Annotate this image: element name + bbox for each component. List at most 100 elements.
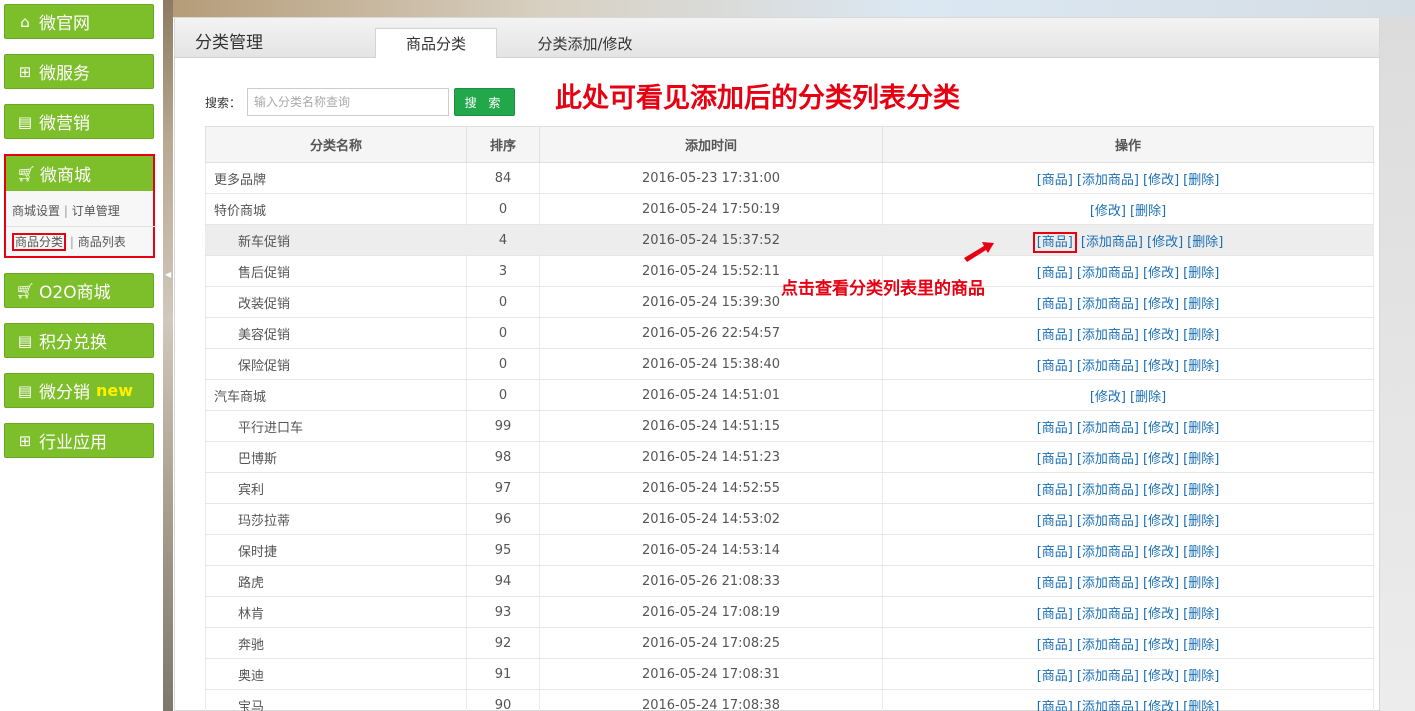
products-link[interactable]: [商品] [1037,607,1073,622]
add-product-link[interactable]: [添加商品] [1077,669,1139,684]
delete-link[interactable]: [删除] [1183,359,1219,374]
edit-link[interactable]: [修改] [1143,514,1179,529]
add-product-link[interactable]: [添加商品] [1077,700,1139,711]
product-category-link[interactable]: 商品分类 [12,233,67,251]
add-product-link[interactable]: [添加商品] [1077,173,1139,188]
products-link[interactable]: [商品] [1037,452,1073,467]
delete-link[interactable]: [删除] [1183,576,1219,591]
edit-link[interactable]: [修改] [1143,545,1179,560]
edit-link[interactable]: [修改] [1143,576,1179,591]
delete-link[interactable]: [删除] [1183,700,1219,711]
add-product-link[interactable]: [添加商品] [1077,421,1139,436]
add-product-link[interactable]: [添加商品] [1077,452,1139,467]
delete-link[interactable]: [删除] [1183,328,1219,343]
products-link[interactable]: [商品] [1037,638,1073,653]
tab-product-category[interactable]: 商品分类 [375,28,497,58]
delete-link[interactable]: [删除] [1183,266,1219,281]
add-product-link[interactable]: [添加商品] [1077,514,1139,529]
search-label: 搜索： [205,96,242,110]
edit-link[interactable]: [修改] [1143,421,1179,436]
edit-link[interactable]: [修改] [1143,173,1179,188]
products-link[interactable]: [商品] [1037,173,1073,188]
shop-settings-link[interactable]: 商城设置 [12,204,60,218]
nav-industry-apps[interactable]: ⊞ 行业应用 [4,423,154,458]
nav-o2o[interactable]: 🛒︎ O2O商城 [4,273,154,308]
add-product-link[interactable]: [添加商品] [1077,576,1139,591]
edit-link[interactable]: [修改] [1143,607,1179,622]
add-product-link[interactable]: [添加商品] [1081,235,1143,250]
order-manage-link[interactable]: 订单管理 [72,204,120,218]
delete-link[interactable]: [删除] [1130,390,1166,405]
edit-link[interactable]: [修改] [1143,700,1179,711]
delete-link[interactable]: [删除] [1183,483,1219,498]
products-link[interactable]: [商品] [1037,545,1073,560]
cell-sort: 94 [466,565,540,597]
products-link[interactable]: [商品] [1037,576,1073,591]
cell-category-name: 美容促销 [205,317,467,349]
scrollbar-area[interactable] [1380,17,1415,711]
edit-link[interactable]: [修改] [1143,328,1179,343]
edit-link[interactable]: [修改] [1143,266,1179,281]
products-link[interactable]: [商品] [1037,421,1073,436]
add-product-link[interactable]: [添加商品] [1077,638,1139,653]
edit-link[interactable]: [修改] [1143,483,1179,498]
nav-weifuwu[interactable]: ⊞ 微服务 [4,54,154,89]
edit-link[interactable]: [修改] [1090,204,1126,219]
delete-link[interactable]: [删除] [1183,638,1219,653]
products-link[interactable]: [商品] [1037,297,1073,312]
collapse-arrow-icon[interactable]: ◀ [165,270,171,279]
table-row: 平行进口车 99 2016-05-24 14:51:15 [商品] [添加商品] [修改]… [205,410,1374,442]
edit-link[interactable]: [修改] [1143,297,1179,312]
edit-link[interactable]: [修改] [1143,638,1179,653]
edit-link[interactable]: [修改] [1143,669,1179,684]
products-link[interactable]: [商品] [1037,669,1073,684]
search-input[interactable] [247,88,449,116]
delete-link[interactable]: [删除] [1183,173,1219,188]
nav-label: 微分销 [39,383,90,403]
cell-sort: 97 [466,472,540,504]
delete-link[interactable]: [删除] [1183,514,1219,529]
grid-icon: ⊞ [18,431,32,450]
edit-link[interactable]: [修改] [1090,390,1126,405]
search-button[interactable]: 搜 索 [454,88,515,116]
nav-weishangcheng[interactable]: 🛒︎ 微商城 [6,156,153,191]
delete-link[interactable]: [删除] [1183,421,1219,436]
nav-weifenxiao[interactable]: ▤ 微分销 new [4,373,154,408]
products-link[interactable]: [商品] [1032,231,1077,253]
products-link[interactable]: [商品] [1037,700,1073,711]
delete-link[interactable]: [删除] [1183,607,1219,622]
cell-actions: [商品] [添加商品] [修改] [删除] [882,534,1374,566]
products-link[interactable]: [商品] [1037,266,1073,281]
products-link[interactable]: [商品] [1037,483,1073,498]
nav-points-exchange[interactable]: ▤ 积分兑换 [4,323,154,358]
add-product-link[interactable]: [添加商品] [1077,328,1139,343]
add-product-link[interactable]: [添加商品] [1077,545,1139,560]
product-list-link[interactable]: 商品列表 [78,235,126,249]
delete-link[interactable]: [删除] [1183,297,1219,312]
edit-link[interactable]: [修改] [1143,452,1179,467]
edit-link[interactable]: [修改] [1143,359,1179,374]
products-link[interactable]: [商品] [1037,514,1073,529]
add-product-link[interactable]: [添加商品] [1077,359,1139,374]
tab-category-add-edit[interactable]: 分类添加/修改 [515,28,655,58]
products-link[interactable]: [商品] [1037,359,1073,374]
sidebar-splitter[interactable]: ◀ [163,0,173,711]
add-product-link[interactable]: [添加商品] [1077,266,1139,281]
add-product-link[interactable]: [添加商品] [1077,607,1139,622]
edit-link[interactable]: [修改] [1147,235,1183,250]
delete-link[interactable]: [删除] [1183,452,1219,467]
cell-actions: [商品] [添加商品] [修改] [删除] [882,627,1374,659]
delete-link[interactable]: [删除] [1187,235,1223,250]
cell-sort: 0 [466,193,540,225]
delete-link[interactable]: [删除] [1183,545,1219,560]
products-link[interactable]: [商品] [1037,328,1073,343]
add-product-link[interactable]: [添加商品] [1077,483,1139,498]
nav-weiguanwang[interactable]: ⌂ 微官网 [4,4,154,39]
cell-time: 2016-05-26 21:08:33 [539,565,883,597]
delete-link[interactable]: [删除] [1183,669,1219,684]
nav-weiyingxiao[interactable]: ▤ 微营销 [4,104,154,139]
add-product-link[interactable]: [添加商品] [1077,297,1139,312]
annotation-sub: 点击查看分类列表里的商品 [781,279,985,299]
cell-sort: 90 [466,689,540,711]
delete-link[interactable]: [删除] [1130,204,1166,219]
